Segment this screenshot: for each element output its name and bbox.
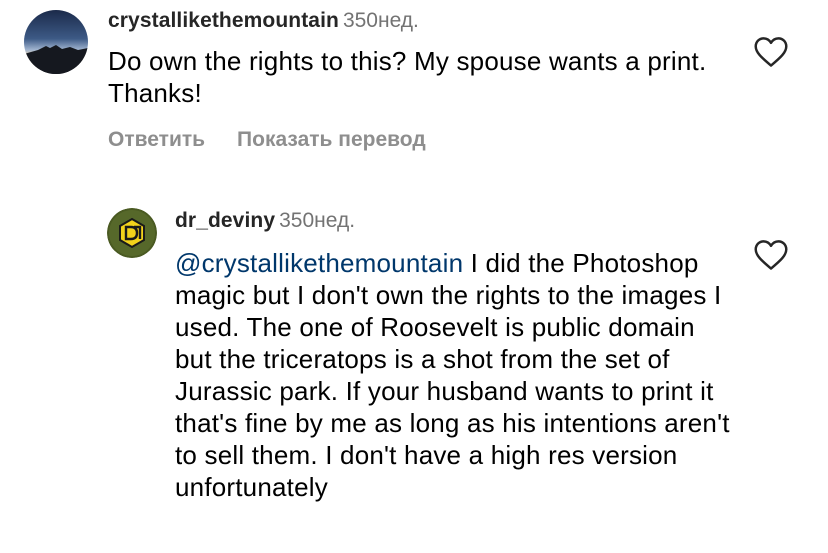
comment-author[interactable]: dr_deviny bbox=[175, 209, 275, 232]
like-button[interactable] bbox=[753, 36, 789, 68]
avatar-dr-deviny[interactable] bbox=[107, 208, 157, 258]
show-translation-button[interactable]: Показать перевод bbox=[237, 128, 426, 151]
comment-text: @crystallikethemountain I did the Photos… bbox=[175, 247, 735, 503]
comment-timestamp[interactable]: 350нед. bbox=[279, 209, 355, 232]
like-button[interactable] bbox=[753, 239, 789, 271]
comment-body: I did the Photoshop magic but I don't ow… bbox=[175, 248, 730, 502]
avatar-crystallikethemountain[interactable] bbox=[24, 10, 88, 74]
comment-2-meta: dr_deviny 350нед. bbox=[175, 208, 355, 234]
comment-1-meta: crystallikethemountain 350нед. bbox=[108, 8, 419, 34]
comment-actions: Ответить Показать перевод bbox=[108, 127, 426, 153]
avatar-landscape-image bbox=[24, 10, 88, 74]
heart-outline-icon bbox=[754, 240, 788, 270]
comment-text: Do own the rights to this? My spouse wan… bbox=[108, 45, 728, 109]
comment-timestamp[interactable]: 350нед. bbox=[343, 9, 419, 32]
avatar-logo-image bbox=[107, 208, 157, 258]
mention-link[interactable]: @crystallikethemountain bbox=[175, 248, 463, 278]
comment-body: Do own the rights to this? My spouse wan… bbox=[108, 46, 707, 108]
heart-outline-icon bbox=[754, 37, 788, 67]
comment-author[interactable]: crystallikethemountain bbox=[108, 9, 339, 32]
reply-button[interactable]: Ответить bbox=[108, 128, 205, 151]
